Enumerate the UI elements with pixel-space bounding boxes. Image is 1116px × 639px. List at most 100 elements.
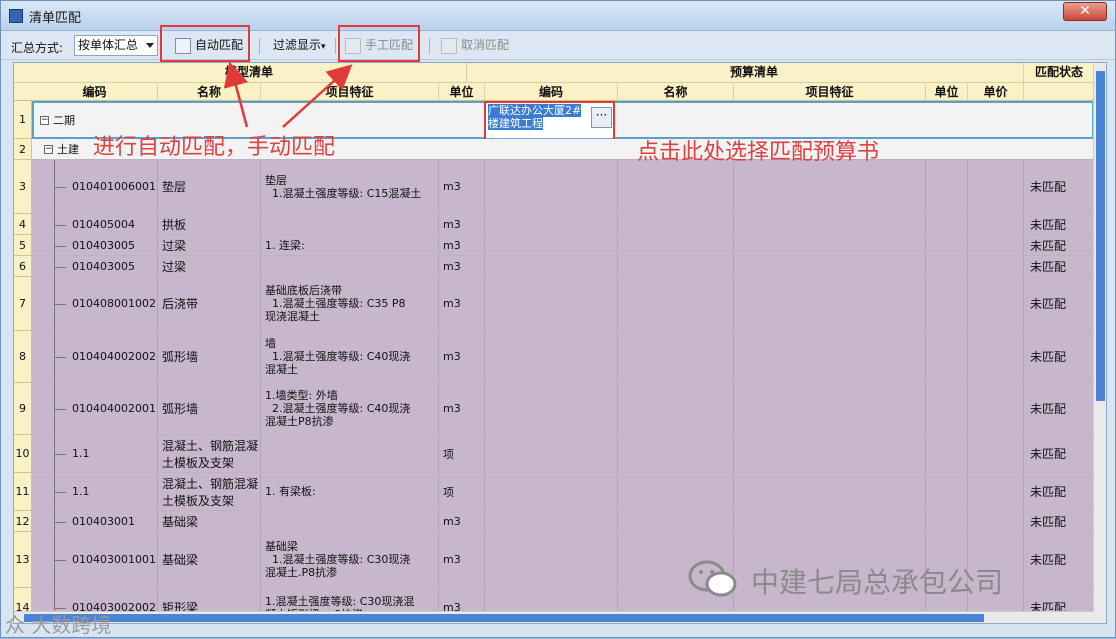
budget-price-cell[interactable]	[968, 160, 1024, 213]
status-cell[interactable]: 未匹配	[1024, 435, 1094, 472]
budget-feature-cell[interactable]	[734, 473, 926, 510]
status-cell[interactable]: 未匹配	[1024, 383, 1094, 434]
row-number[interactable]: 9	[14, 383, 32, 435]
budget-price-cell[interactable]	[968, 331, 1024, 382]
table-row[interactable]: 010408001002 后浇带 基础底板后浇带 1.混凝土强度等级: C35 P8…	[32, 277, 1094, 331]
row-number[interactable]: 5	[14, 235, 32, 256]
header-unit[interactable]: 单位	[439, 83, 485, 100]
name-cell[interactable]: 基础梁	[158, 511, 261, 531]
budget-name-cell[interactable]	[618, 256, 734, 276]
budget-name-cell[interactable]	[618, 277, 734, 330]
row-number[interactable]: 6	[14, 256, 32, 277]
name-cell[interactable]: 弧形墙	[158, 331, 261, 382]
row-number[interactable]: 11	[14, 473, 32, 511]
header-budget-price[interactable]: 单价	[968, 83, 1024, 100]
filter-display-button[interactable]: 过滤显示▾	[269, 35, 326, 57]
name-cell[interactable]: 过梁	[158, 235, 261, 255]
budget-code-cell[interactable]	[485, 435, 618, 472]
vertical-scroll-thumb[interactable]	[1096, 71, 1105, 401]
name-cell[interactable]: 混凝土、钢筋混凝土模板及支架	[158, 435, 261, 472]
budget-price-cell[interactable]	[968, 383, 1024, 434]
summary-select[interactable]: 按单体汇总	[74, 35, 158, 56]
budget-unit-cell[interactable]	[926, 235, 968, 255]
budget-price-cell[interactable]	[968, 235, 1024, 255]
feature-cell[interactable]	[261, 214, 439, 234]
table-row[interactable]: 1.1 混凝土、钢筋混凝土模板及支架 1. 有梁板: 项 未匹配	[32, 473, 1094, 511]
budget-unit-cell[interactable]	[926, 256, 968, 276]
unit-cell[interactable]: m3	[439, 235, 485, 255]
feature-cell[interactable]	[261, 511, 439, 531]
budget-unit-cell[interactable]	[926, 331, 968, 382]
budget-feature-cell[interactable]	[734, 331, 926, 382]
header-budget-name[interactable]: 名称	[618, 83, 734, 100]
name-cell[interactable]: 基础梁	[158, 532, 261, 587]
budget-feature-cell[interactable]	[734, 235, 926, 255]
header-budget-unit[interactable]: 单位	[926, 83, 968, 100]
row-number[interactable]: 1	[14, 101, 32, 139]
budget-feature-cell[interactable]	[734, 383, 926, 434]
unit-cell[interactable]: 项	[439, 435, 485, 472]
code-cell[interactable]: 010404002002	[32, 331, 158, 382]
table-row[interactable]: 1.1 混凝土、钢筋混凝土模板及支架 项 未匹配	[32, 435, 1094, 473]
budget-name-cell[interactable]	[618, 160, 734, 213]
table-row[interactable]: 010403001 基础梁 m3 未匹配	[32, 511, 1094, 532]
budget-feature-cell[interactable]	[734, 277, 926, 330]
name-cell[interactable]: 后浇带	[158, 277, 261, 330]
status-cell[interactable]: 未匹配	[1024, 532, 1094, 587]
code-cell[interactable]: 010404002001	[32, 383, 158, 434]
header-code[interactable]: 编码	[32, 83, 158, 100]
code-cell[interactable]: 010403001	[32, 511, 158, 531]
row-number[interactable]: 13	[14, 532, 32, 588]
budget-price-cell[interactable]	[968, 256, 1024, 276]
name-cell[interactable]: 过梁	[158, 256, 261, 276]
feature-cell[interactable]: 垫层 1.混凝土强度等级: C15混凝土	[261, 160, 439, 213]
budget-unit-cell[interactable]	[926, 511, 968, 531]
collapse-icon[interactable]: −	[44, 144, 53, 154]
status-cell[interactable]: 未匹配	[1024, 331, 1094, 382]
name-cell[interactable]: 弧形墙	[158, 383, 261, 434]
budget-feature-cell[interactable]	[734, 160, 926, 213]
status-cell[interactable]: 未匹配	[1024, 235, 1094, 255]
code-cell[interactable]: 1.1	[32, 435, 158, 472]
unit-cell[interactable]: m3	[439, 331, 485, 382]
unit-cell[interactable]: m3	[439, 277, 485, 330]
row-number[interactable]: 12	[14, 511, 32, 532]
row-number[interactable]: 8	[14, 331, 32, 383]
budget-feature-cell[interactable]	[734, 435, 926, 472]
budget-name-cell[interactable]	[618, 473, 734, 510]
budget-unit-cell[interactable]	[926, 160, 968, 213]
budget-code-cell[interactable]	[485, 235, 618, 255]
feature-cell[interactable]: 基础梁 1.混凝土强度等级: C30现浇 混凝土.P8抗渗	[261, 532, 439, 587]
budget-code-cell[interactable]	[485, 511, 618, 531]
budget-feature-cell[interactable]	[734, 214, 926, 234]
budget-price-cell[interactable]	[968, 277, 1024, 330]
header-budget-feature[interactable]: 项目特征	[734, 83, 926, 100]
budget-code-cell[interactable]	[485, 331, 618, 382]
table-row[interactable]: 010404002001 弧形墙 1.墙类型: 外墙 2.混凝土强度等级: C40现…	[32, 383, 1094, 435]
budget-name-cell[interactable]	[618, 214, 734, 234]
unit-cell[interactable]: m3	[439, 532, 485, 587]
code-cell[interactable]: 010408001002	[32, 277, 158, 330]
unit-cell[interactable]: m3	[439, 511, 485, 531]
header-name[interactable]: 名称	[158, 83, 261, 100]
status-cell[interactable]: 未匹配	[1024, 160, 1094, 213]
header-budget-code[interactable]: 编码	[485, 83, 618, 100]
name-cell[interactable]: 垫层	[158, 160, 261, 213]
budget-unit-cell[interactable]	[926, 383, 968, 434]
feature-cell[interactable]: 1. 连梁:	[261, 235, 439, 255]
name-cell[interactable]: 混凝土、钢筋混凝土模板及支架	[158, 473, 261, 510]
budget-unit-cell[interactable]	[926, 435, 968, 472]
status-cell[interactable]: 未匹配	[1024, 277, 1094, 330]
budget-price-cell[interactable]	[968, 473, 1024, 510]
budget-unit-cell[interactable]	[926, 214, 968, 234]
budget-name-cell[interactable]	[618, 383, 734, 434]
budget-code-cell[interactable]	[485, 383, 618, 434]
status-cell[interactable]: 未匹配	[1024, 256, 1094, 276]
row-number[interactable]: 3	[14, 160, 32, 214]
header-feature[interactable]: 项目特征	[261, 83, 439, 100]
budget-code-cell[interactable]	[485, 214, 618, 234]
table-row[interactable]: 010403005 过梁 m3 未匹配	[32, 256, 1094, 277]
budget-unit-cell[interactable]	[926, 277, 968, 330]
unit-cell[interactable]: m3	[439, 160, 485, 213]
status-cell[interactable]: 未匹配	[1024, 473, 1094, 510]
